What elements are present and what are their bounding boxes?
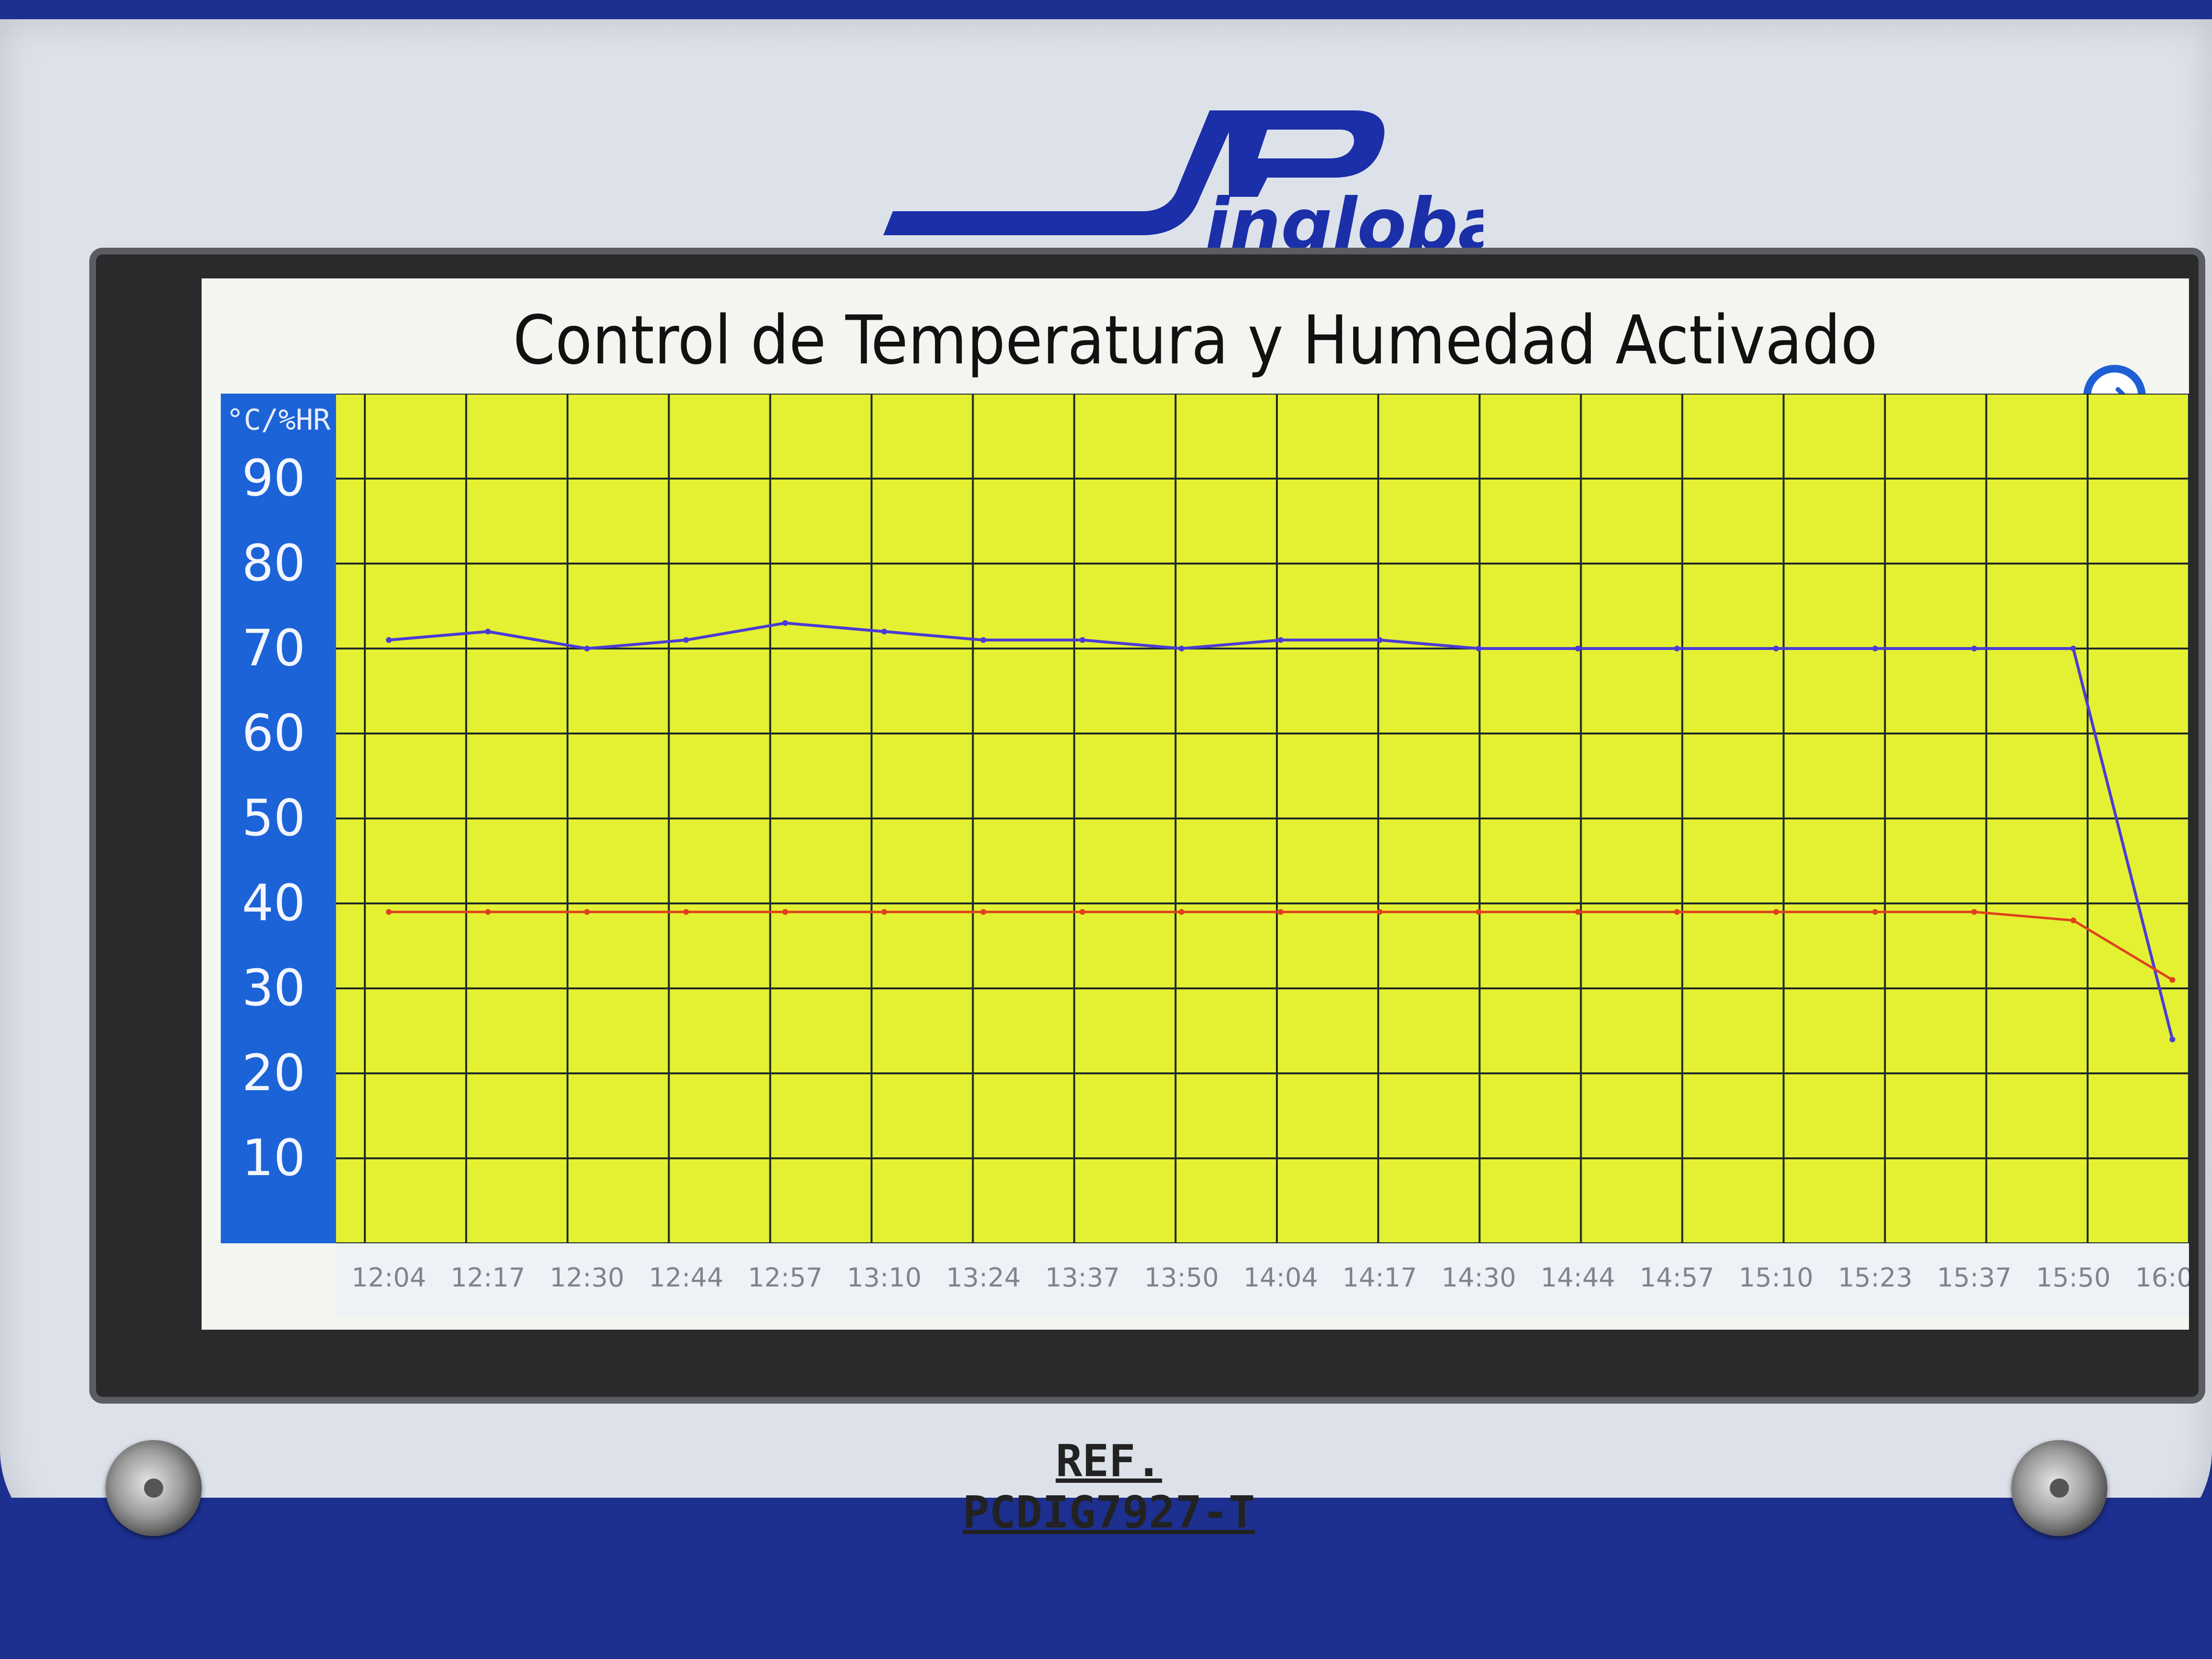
data-point xyxy=(1476,909,1482,915)
data-point xyxy=(683,909,689,915)
y-tick-label: 10 xyxy=(241,1129,306,1187)
data-point xyxy=(386,909,392,915)
x-tick-label: 12:04 xyxy=(351,1262,426,1293)
data-point xyxy=(881,909,888,915)
data-point xyxy=(782,909,788,915)
data-point xyxy=(1377,637,1383,643)
data-point xyxy=(1079,909,1085,915)
x-axis-panel: 12:04 12:17 12:30 12:44 12:57 13:10 13:24 13:37… xyxy=(336,1243,2189,1315)
data-point xyxy=(1277,909,1284,915)
reference-label: REF. PCDIG7927-T xyxy=(962,1435,1255,1538)
chart-svg xyxy=(336,393,2189,1244)
data-point xyxy=(980,637,986,643)
data-point xyxy=(1872,646,1878,651)
data-point xyxy=(1872,909,1878,915)
data-point xyxy=(1773,646,1779,651)
data-point xyxy=(1674,646,1680,651)
data-point xyxy=(782,620,788,626)
data-point xyxy=(584,646,590,651)
y-tick-label: 90 xyxy=(241,449,306,507)
screen-title: Control de Temperatura y Humedad Activad… xyxy=(513,301,1878,380)
data-point xyxy=(1773,909,1779,915)
series-line-lower xyxy=(389,911,2173,981)
x-tick-label: 16:04 xyxy=(2135,1262,2189,1293)
x-tick-label: 13:37 xyxy=(1045,1262,1120,1293)
y-tick-label: 70 xyxy=(241,619,306,677)
data-point xyxy=(1674,909,1680,915)
data-point xyxy=(683,637,689,643)
series-line-upper xyxy=(388,621,2174,1040)
screw-left xyxy=(106,1440,202,1536)
data-point xyxy=(1277,637,1284,643)
data-point xyxy=(1079,637,1085,643)
x-tick-label: 14:44 xyxy=(1540,1262,1615,1293)
data-point xyxy=(1971,646,1977,651)
x-tick-label: 12:30 xyxy=(550,1262,625,1293)
data-point xyxy=(485,628,491,635)
touch-screen: Control de Temperatura y Humedad Activad… xyxy=(202,278,2189,1330)
y-tick-label: 40 xyxy=(241,874,306,932)
x-tick-label: 14:57 xyxy=(1639,1262,1715,1293)
data-point xyxy=(386,637,392,643)
x-tick-label: 12:17 xyxy=(450,1262,526,1293)
data-point xyxy=(1476,646,1482,651)
x-tick-label: 15:50 xyxy=(2036,1262,2111,1293)
data-point xyxy=(1971,909,1977,915)
x-tick-label: 12:44 xyxy=(649,1262,724,1293)
x-tick-label: 13:50 xyxy=(1144,1262,1219,1293)
data-point xyxy=(2070,917,2077,924)
data-point xyxy=(1575,646,1581,651)
chart-plot-area xyxy=(336,393,2189,1244)
x-tick-label: 14:17 xyxy=(1342,1262,1417,1293)
y-tick-label: 60 xyxy=(241,704,306,762)
y-tick-label: 30 xyxy=(241,959,306,1017)
y-tick-label: 80 xyxy=(241,534,306,592)
y-axis-panel: °C/%HR 90 80 70 60 50 40 30 20 10 xyxy=(221,394,336,1243)
data-point xyxy=(485,909,491,915)
y-axis-unit-label: °C/%HR xyxy=(226,403,331,437)
data-point xyxy=(1178,909,1185,915)
x-tick-label: 14:04 xyxy=(1243,1262,1318,1293)
data-point xyxy=(2169,1036,2176,1043)
data-point xyxy=(881,628,888,635)
x-tick-label: 12:57 xyxy=(747,1262,823,1293)
x-tick-label: 15:10 xyxy=(1739,1262,1814,1293)
data-point xyxy=(2070,646,2077,651)
y-tick-label: 50 xyxy=(241,789,306,847)
data-point xyxy=(1377,909,1383,915)
data-point xyxy=(2169,977,2176,983)
y-tick-label: 20 xyxy=(241,1044,306,1102)
data-point xyxy=(1178,646,1185,651)
data-point xyxy=(584,909,590,915)
x-tick-label: 15:37 xyxy=(1936,1262,2012,1293)
screw-right xyxy=(2011,1440,2107,1536)
x-tick-label: 15:23 xyxy=(1838,1262,1913,1293)
x-tick-label: 14:30 xyxy=(1441,1262,1516,1293)
x-tick-label: 13:10 xyxy=(847,1262,922,1293)
data-point xyxy=(1575,909,1581,915)
brand-logo: inglobal xyxy=(883,110,1483,267)
x-tick-label: 13:24 xyxy=(946,1262,1021,1293)
data-point xyxy=(980,909,986,915)
